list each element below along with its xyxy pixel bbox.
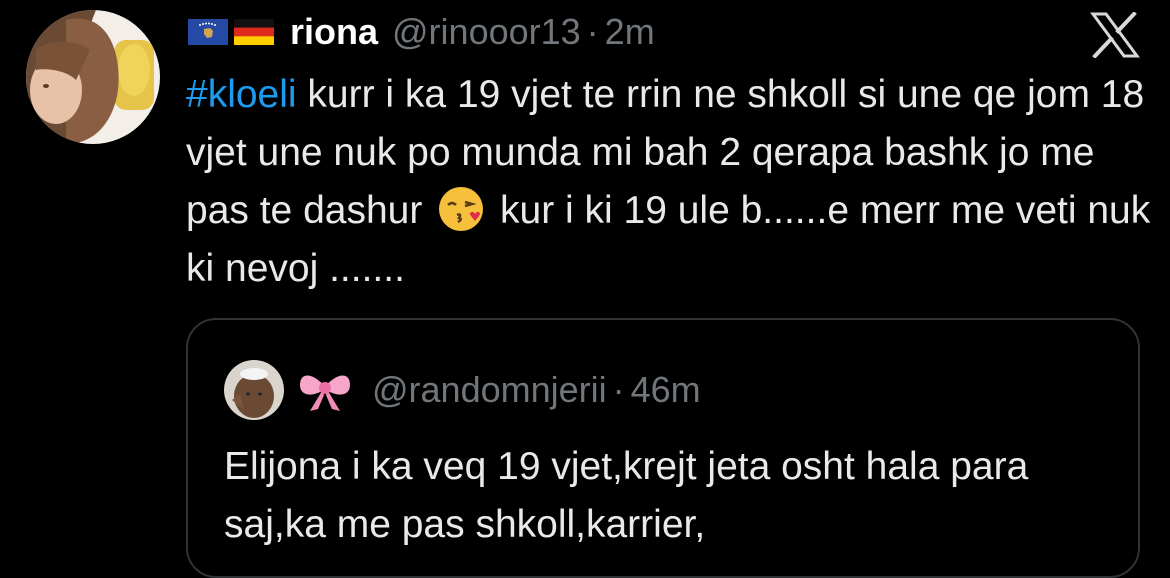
- germany-flag-icon: [234, 19, 274, 45]
- face-blowing-kiss-icon: [437, 185, 485, 233]
- quoted-tweet-timestamp[interactable]: 46m: [631, 369, 701, 411]
- quoted-tweet-card[interactable]: @randomnjerii · 46m Elijona i ka veq 19 …: [186, 318, 1140, 578]
- tweet-text: #kloeli kurr i ka 19 vjet te rrin ne shk…: [186, 66, 1156, 298]
- tweet-header: riona @rinooor13 · 2m: [188, 10, 655, 54]
- separator-dot: ·: [612, 369, 625, 410]
- quoted-author-avatar[interactable]: [224, 360, 284, 420]
- quoted-tweet-text: Elijona i ka veq 19 vjet,krejt jeta osht…: [224, 445, 1029, 546]
- x-logo-icon: [1090, 11, 1140, 59]
- separator-dot: ·: [586, 11, 599, 52]
- hashtag-link[interactable]: #kloeli: [186, 73, 297, 116]
- author-display-name[interactable]: riona: [290, 11, 378, 53]
- pink-bow-icon: [296, 367, 354, 413]
- author-handle[interactable]: @rinooor13: [392, 11, 581, 53]
- quoted-tweet-header: @randomnjerii · 46m: [224, 360, 701, 420]
- kosovo-flag-icon: [188, 19, 228, 45]
- quoted-author-handle[interactable]: @randomnjerii: [372, 369, 607, 411]
- tweet-timestamp[interactable]: 2m: [605, 11, 655, 53]
- author-avatar[interactable]: [26, 10, 160, 144]
